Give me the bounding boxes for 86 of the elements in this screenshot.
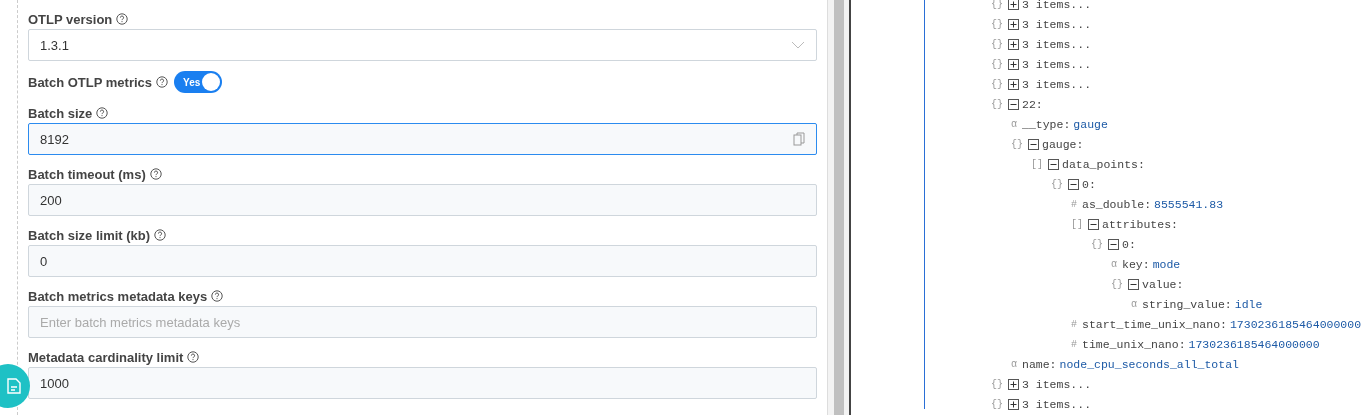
- type-icon: {}: [991, 18, 1003, 30]
- tree-value: idle: [1234, 297, 1263, 311]
- expand-toggle-icon[interactable]: [1008, 38, 1019, 50]
- field-label: Batch OTLP metrics: [28, 74, 153, 90]
- input-field[interactable]: 200: [28, 184, 817, 216]
- tree-key: 22:: [1022, 97, 1043, 111]
- help-icon[interactable]: [149, 168, 162, 180]
- type-icon: {}: [991, 378, 1003, 390]
- help-icon[interactable]: [211, 290, 224, 302]
- help-icon[interactable]: [116, 13, 129, 25]
- type-icon: []: [1031, 158, 1043, 170]
- chevron-down-icon: [791, 41, 805, 49]
- expand-toggle-icon[interactable]: [1008, 98, 1019, 110]
- type-icon: α: [1011, 118, 1017, 130]
- expand-toggle-icon[interactable]: [1008, 58, 1019, 70]
- tree-key: string_value:: [1142, 297, 1232, 311]
- field-label: Metadata cardinality limit: [28, 349, 184, 365]
- expand-toggle-icon[interactable]: [1008, 78, 1019, 90]
- field-label: Batch size limit (kb): [28, 227, 151, 243]
- type-icon: α: [1111, 258, 1117, 270]
- type-icon: {}: [1111, 278, 1123, 290]
- tree-key: 3 items...: [1022, 397, 1092, 411]
- type-icon: {}: [991, 0, 1003, 10]
- tree-key: 0:: [1082, 177, 1096, 191]
- document-icon: [7, 378, 21, 394]
- tree-key: value:: [1142, 277, 1184, 291]
- tree-key: gauge:: [1042, 137, 1084, 151]
- help-icon[interactable]: [154, 229, 167, 241]
- tree-key: time_unix_nano:: [1082, 337, 1186, 351]
- field-label: Batch metrics metadata keys: [28, 288, 208, 304]
- expand-toggle-icon[interactable]: [1048, 158, 1059, 170]
- expand-toggle-icon[interactable]: [1008, 0, 1019, 10]
- field-label: Batch size: [28, 105, 93, 121]
- tree-key: 3 items...: [1022, 37, 1092, 51]
- expand-toggle-icon[interactable]: [1108, 238, 1119, 250]
- tree-value: gauge: [1073, 117, 1108, 131]
- tree-key: attributes:: [1102, 217, 1178, 231]
- tree-key: 3 items...: [1022, 77, 1092, 91]
- expand-toggle-icon[interactable]: [1028, 138, 1039, 150]
- tree-value: 1730236185464000000: [1188, 337, 1320, 351]
- field-label: Batch timeout (ms): [28, 166, 146, 182]
- type-icon: {}: [1011, 138, 1023, 150]
- type-icon: {}: [991, 98, 1003, 110]
- help-icon[interactable]: [156, 76, 169, 88]
- type-icon: α: [1131, 298, 1137, 310]
- help-icon[interactable]: [96, 107, 109, 119]
- expand-toggle-icon[interactable]: [1128, 278, 1139, 290]
- type-icon: {}: [1091, 238, 1103, 250]
- type-icon: []: [1071, 218, 1083, 230]
- type-icon: {}: [991, 398, 1003, 410]
- type-icon: {}: [1051, 178, 1063, 190]
- tree-key: name:: [1022, 357, 1057, 371]
- tree-key: 3 items...: [1022, 377, 1092, 391]
- tree-key: as_double:: [1082, 197, 1152, 211]
- input-field[interactable]: 0: [28, 245, 817, 277]
- expand-toggle-icon[interactable]: [1008, 18, 1019, 30]
- expand-toggle-icon[interactable]: [1008, 398, 1019, 410]
- field-label: OTLP version: [28, 11, 113, 27]
- type-icon: #: [1071, 198, 1077, 210]
- tree-key: 3 items...: [1022, 0, 1092, 11]
- scrollbar[interactable]: [827, 0, 851, 415]
- tree-key: 3 items...: [1022, 57, 1092, 71]
- input-field[interactable]: 8192: [28, 123, 817, 155]
- type-icon: α: [1011, 358, 1017, 370]
- tree-value: mode: [1152, 257, 1181, 271]
- expand-toggle-icon[interactable]: [1008, 378, 1019, 390]
- tree-key: data_points:: [1062, 157, 1145, 171]
- tree-key: __type:: [1022, 117, 1071, 131]
- expand-toggle-icon[interactable]: [1068, 178, 1079, 190]
- tree-value: node_cpu_seconds_all_total: [1059, 357, 1239, 371]
- tree-value: 1730236185464000000: [1229, 317, 1362, 331]
- tree-key: 3 items...: [1022, 17, 1092, 31]
- tree-key: 0:: [1122, 237, 1136, 251]
- tree-value: 8555541.83: [1154, 197, 1224, 211]
- type-icon: #: [1071, 318, 1077, 330]
- help-icon[interactable]: [187, 351, 200, 363]
- type-icon: {}: [991, 38, 1003, 50]
- toggle-switch[interactable]: Yes: [174, 71, 223, 93]
- expand-toggle-icon[interactable]: [1088, 218, 1099, 230]
- tree-key: key:: [1122, 257, 1150, 271]
- type-icon: {}: [991, 58, 1003, 70]
- input-field[interactable]: 1000: [28, 367, 817, 399]
- type-icon: #: [1071, 338, 1077, 350]
- select-field[interactable]: 1.3.1: [28, 29, 817, 61]
- tree-key: start_time_unix_nano:: [1082, 317, 1227, 331]
- type-icon: {}: [991, 78, 1003, 90]
